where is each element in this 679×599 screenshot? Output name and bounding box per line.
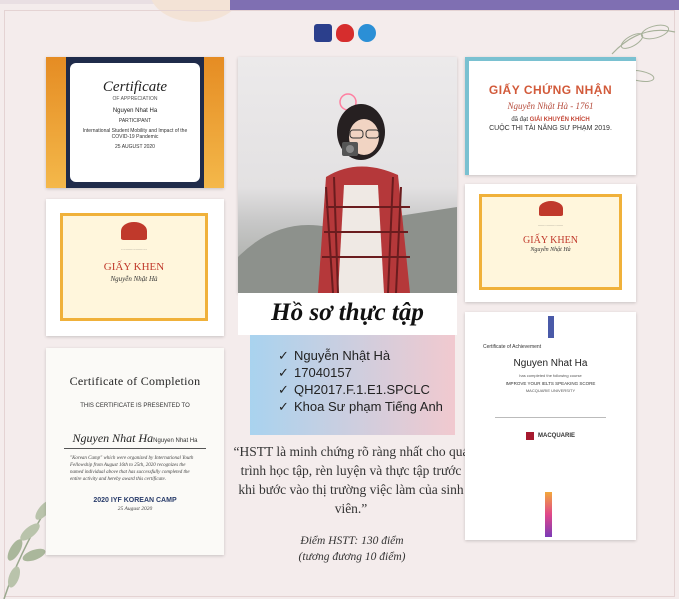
giay-khen-right-title: GIẤY KHEN — [523, 235, 578, 246]
emblem-icon — [121, 222, 147, 240]
info-item-name: ✓ Nguyễn Nhật Hà — [278, 348, 391, 363]
cert-achievement-label: Certificate of Achievement — [483, 344, 542, 350]
cert-contest-award-prefix: đã đạt — [511, 117, 528, 123]
cert-completion-body: "Korean Camp" which were organized by In… — [70, 456, 194, 482]
header-logos — [314, 24, 376, 42]
cert-completion-title: Certificate of Completion — [69, 374, 201, 388]
top-accent-bar — [230, 0, 679, 10]
cert-achievement-recipient: Nguyen Nhat Ha — [513, 358, 588, 369]
giay-khen-right-recipient: Nguyễn Nhật Hà — [530, 247, 571, 253]
cert-completion-program: 2020 IYF KOREAN CAMP — [93, 497, 177, 504]
cert-achievement-line1: has completed the following course — [519, 373, 582, 378]
cert-achievement-course: IMPROVE YOUR IELTS SPEAKING SCORE — [505, 381, 596, 386]
info-item-class: ✓ QH2017.F.1.E1.SPCLC — [278, 382, 430, 397]
cert-achievement-university: MACQUARIE UNIVERSITY — [525, 388, 576, 393]
giay-khen-left-card: ....................... GIẤY KHEN Nguyễn… — [46, 199, 224, 336]
giay-khen-right-card: ....................... GIẤY KHEN Nguyễn… — [465, 184, 636, 302]
info-item-student-id: ✓ 17040157 — [278, 365, 352, 380]
cert-appreciation-role: PARTICIPANT — [118, 118, 152, 124]
cert-completion-card: Certificate of Completion THIS CERTIFICA… — [46, 348, 224, 555]
quote-text: “HSTT là minh chứng rõ ràng nhất cho quá… — [233, 444, 469, 516]
cert-appreciation-event: International Student Mobility and Impac… — [82, 128, 188, 140]
cert-contest-recipient: Nguyễn Nhật Hà - 1761 — [507, 101, 594, 111]
cert-completion-recipient: Nguyen Nhat Ha — [153, 438, 198, 444]
cert-appreciation-card: Certificate OF APPRECIATION Nguyen Nhat … — [46, 57, 224, 188]
emblem-icon — [538, 201, 563, 216]
check-icon: ✓ — [278, 365, 289, 380]
cert-appreciation-title: Certificate — [102, 79, 168, 95]
cert-contest-award: GIẢI KHUYẾN KHÍCH — [529, 117, 590, 123]
student-portrait-icon — [238, 93, 457, 293]
cert-completion-signature: Nguyen Nhat Ha — [72, 431, 154, 445]
check-icon: ✓ — [278, 399, 289, 414]
cert-contest-card: GIẤY CHỨNG NHẬN Nguyễn Nhật Hà - 1761 đã… — [465, 57, 636, 175]
profile-info-box: ✓ Nguyễn Nhật Hà ✓ 17040157 ✓ QH2017.F.1.E1… — [250, 335, 455, 435]
check-icon: ✓ — [278, 382, 289, 397]
score-block: Điểm HSTT: 130 điểm (tương đương 10 điểm… — [262, 533, 442, 565]
macquarie-logo-text: MACQUARIE — [538, 433, 575, 439]
check-icon: ✓ — [278, 348, 289, 363]
cert-appreciation-recipient: Nguyen Nhat Ha — [112, 108, 158, 114]
youth-union-logo-icon — [336, 24, 354, 42]
cert-completion-presented: THIS CERTIFICATE IS PRESENTED TO — [80, 403, 190, 409]
cert-completion-date: 25 August 2020 — [117, 506, 153, 512]
cert-contest-title: GIẤY CHỨNG NHẬN — [488, 83, 613, 97]
profile-title-box: Hồ sơ thực tập — [238, 293, 457, 335]
cert-appreciation-date: 25 AUGUST 2020 — [115, 144, 155, 150]
score-equivalent: (tương đương 10 điểm) — [298, 551, 406, 563]
cert-achievement-card: Certificate of Achievement Nguyen Nhat H… — [465, 312, 636, 540]
profile-title: Hồ sơ thực tập — [271, 299, 424, 326]
ribbon-icon — [547, 316, 554, 338]
cert-contest-name: CUỘC THI TÀI NĂNG SƯ PHẠM 2019. — [489, 125, 612, 132]
macquarie-logo-icon — [526, 432, 534, 440]
profile-photo — [238, 57, 457, 293]
students-association-logo-icon — [358, 24, 376, 42]
giay-khen-left-title: GIẤY KHEN — [103, 261, 165, 273]
score-line: Điểm HSTT: 130 điểm — [300, 535, 404, 547]
gradient-bar-icon — [545, 492, 552, 537]
giay-khen-left-recipient: Nguyễn Nhật Hà — [110, 275, 158, 283]
cert-appreciation-subtitle: OF APPRECIATION — [112, 96, 158, 102]
university-logo-icon — [314, 24, 332, 42]
signature-line — [495, 403, 606, 418]
info-item-faculty: ✓ Khoa Sư phạm Tiếng Anh — [278, 399, 443, 414]
